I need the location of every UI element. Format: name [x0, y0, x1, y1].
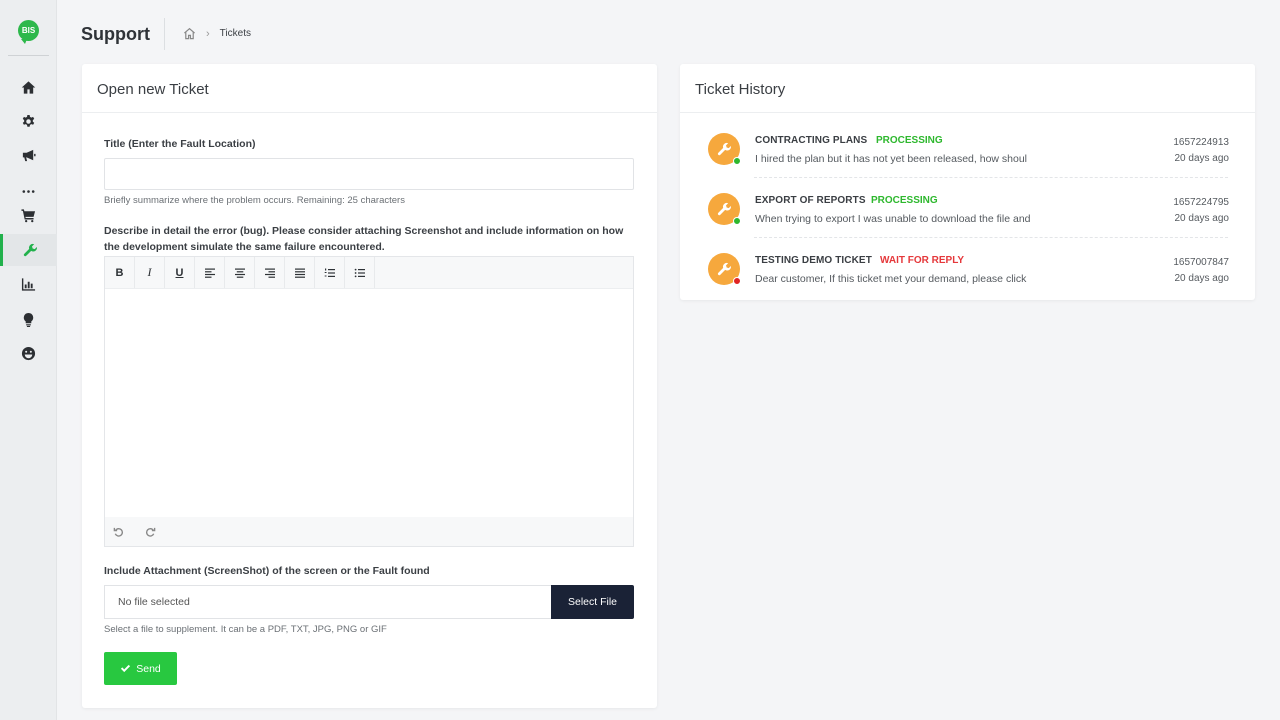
editor-footer: [105, 517, 633, 546]
sidebar-item-home[interactable]: [0, 71, 57, 103]
cart-icon: [21, 208, 36, 222]
justify-button[interactable]: [285, 257, 315, 288]
bar-chart-icon: [21, 277, 36, 291]
sidebar-item-support[interactable]: [0, 234, 57, 266]
ticket-id: 1657224795: [1173, 197, 1229, 208]
align-left-icon: [204, 268, 215, 278]
ticket-time: 20 days ago: [1174, 213, 1230, 224]
align-right-button[interactable]: [255, 257, 285, 288]
undo-icon: [113, 527, 124, 537]
justify-icon: [294, 268, 305, 278]
ticket-description: I hired the plan but it has not yet been…: [755, 153, 1028, 165]
wrench-icon: [23, 243, 37, 256]
header-divider: [164, 18, 165, 50]
ticket-title: CONTRACTING PLANS: [755, 135, 868, 146]
smiley-icon: [21, 346, 36, 360]
app-logo[interactable]: BIS: [18, 20, 39, 44]
lightbulb-icon: [23, 312, 34, 327]
wrench-icon: [717, 262, 731, 275]
editor-content-area[interactable]: [105, 289, 633, 517]
ticket-id: 1657007847: [1173, 257, 1229, 268]
sidebar-divider: [8, 55, 49, 56]
wrench-icon: [717, 202, 731, 215]
sidebar-item-store[interactable]: [0, 199, 57, 231]
breadcrumb-current: Tickets: [219, 28, 251, 39]
underline-icon: U: [175, 266, 184, 279]
select-file-button[interactable]: Select File: [551, 585, 634, 619]
sidebar: BIS: [0, 0, 57, 720]
ordered-list-button[interactable]: [315, 257, 345, 288]
send-button[interactable]: Send: [104, 652, 177, 685]
ticket-history-title: Ticket History: [680, 64, 1255, 113]
title-input[interactable]: [104, 158, 634, 190]
title-help: Briefly summarize where the problem occu…: [104, 195, 405, 206]
status-dot: [733, 217, 741, 225]
description-label: Describe in detail the error (bug). Plea…: [104, 225, 624, 253]
title-label: Title (Enter the Fault Location): [104, 138, 256, 150]
file-picker: No file selected Select File: [104, 585, 634, 619]
attachment-label: Include Attachment (ScreenShot) of the s…: [104, 565, 430, 577]
ticket-time: 20 days ago: [1174, 273, 1230, 284]
ticket-status-icon: [708, 133, 741, 165]
wrench-icon: [717, 142, 731, 155]
unordered-list-icon: [354, 268, 365, 277]
ticket-description: Dear customer, If this ticket met your d…: [755, 273, 1027, 285]
ordered-list-icon: [324, 268, 335, 277]
sidebar-item-reports[interactable]: [0, 268, 57, 300]
redo-button[interactable]: [145, 526, 177, 537]
home-icon: [21, 80, 36, 94]
ticket-title: EXPORT OF REPORTS: [755, 195, 866, 206]
ticket-divider: [754, 237, 1228, 238]
sidebar-item-campaigns[interactable]: [0, 139, 57, 171]
more-icon: [22, 189, 35, 193]
underline-button[interactable]: U: [165, 257, 195, 288]
megaphone-icon: [22, 149, 36, 161]
unordered-list-button[interactable]: [345, 257, 375, 288]
redo-icon: [145, 527, 156, 537]
editor-toolbar: B I U: [105, 257, 633, 289]
gear-icon: [22, 114, 35, 127]
sidebar-item-feedback[interactable]: [0, 337, 57, 369]
file-name-field[interactable]: No file selected: [104, 585, 551, 619]
align-center-icon: [234, 268, 245, 278]
ticket-status: PROCESSING: [871, 195, 938, 206]
bold-button[interactable]: B: [105, 257, 135, 288]
align-right-icon: [264, 268, 275, 278]
breadcrumb: › Tickets: [183, 27, 251, 40]
home-outline-icon[interactable]: [183, 27, 196, 40]
ticket-item[interactable]: CONTRACTING PLANS PROCESSING I hired the…: [704, 130, 1229, 190]
status-dot: [733, 157, 741, 165]
send-button-label: Send: [136, 662, 161, 675]
ticket-item[interactable]: TESTING DEMO TICKET WAIT FOR REPLY Dear …: [704, 250, 1229, 310]
new-ticket-card: Open new Ticket Title (Enter the Fault L…: [82, 64, 657, 708]
ticket-id: 1657224913: [1173, 137, 1229, 148]
ticket-status-icon: [708, 253, 741, 285]
italic-button[interactable]: I: [135, 257, 165, 288]
check-icon: [121, 664, 131, 673]
ticket-description: When trying to export I was unable to do…: [755, 213, 1031, 225]
attachment-help: Select a file to supplement. It can be a…: [104, 624, 387, 635]
ticket-time: 20 days ago: [1174, 153, 1230, 164]
bold-icon: B: [115, 266, 124, 279]
chevron-right-icon: ›: [206, 27, 210, 40]
align-center-button[interactable]: [225, 257, 255, 288]
ticket-item[interactable]: EXPORT OF REPORTS PROCESSING When trying…: [704, 190, 1229, 250]
sidebar-item-ideas[interactable]: [0, 303, 57, 335]
rich-text-editor: B I U: [104, 256, 634, 547]
ticket-status: PROCESSING: [876, 135, 943, 146]
ticket-status-icon: [708, 193, 741, 225]
sidebar-item-settings[interactable]: [0, 105, 57, 137]
page-title: Support: [81, 24, 150, 44]
ticket-status: WAIT FOR REPLY: [880, 255, 965, 266]
ticket-title: TESTING DEMO TICKET: [755, 255, 872, 266]
ticket-history-card: Ticket History CONTRACTING PLANS PROCESS…: [680, 64, 1255, 300]
align-left-button[interactable]: [195, 257, 225, 288]
status-dot: [733, 277, 741, 285]
italic-icon: I: [147, 265, 152, 279]
undo-button[interactable]: [113, 526, 145, 537]
ticket-divider: [754, 177, 1228, 178]
new-ticket-card-title: Open new Ticket: [82, 64, 657, 113]
